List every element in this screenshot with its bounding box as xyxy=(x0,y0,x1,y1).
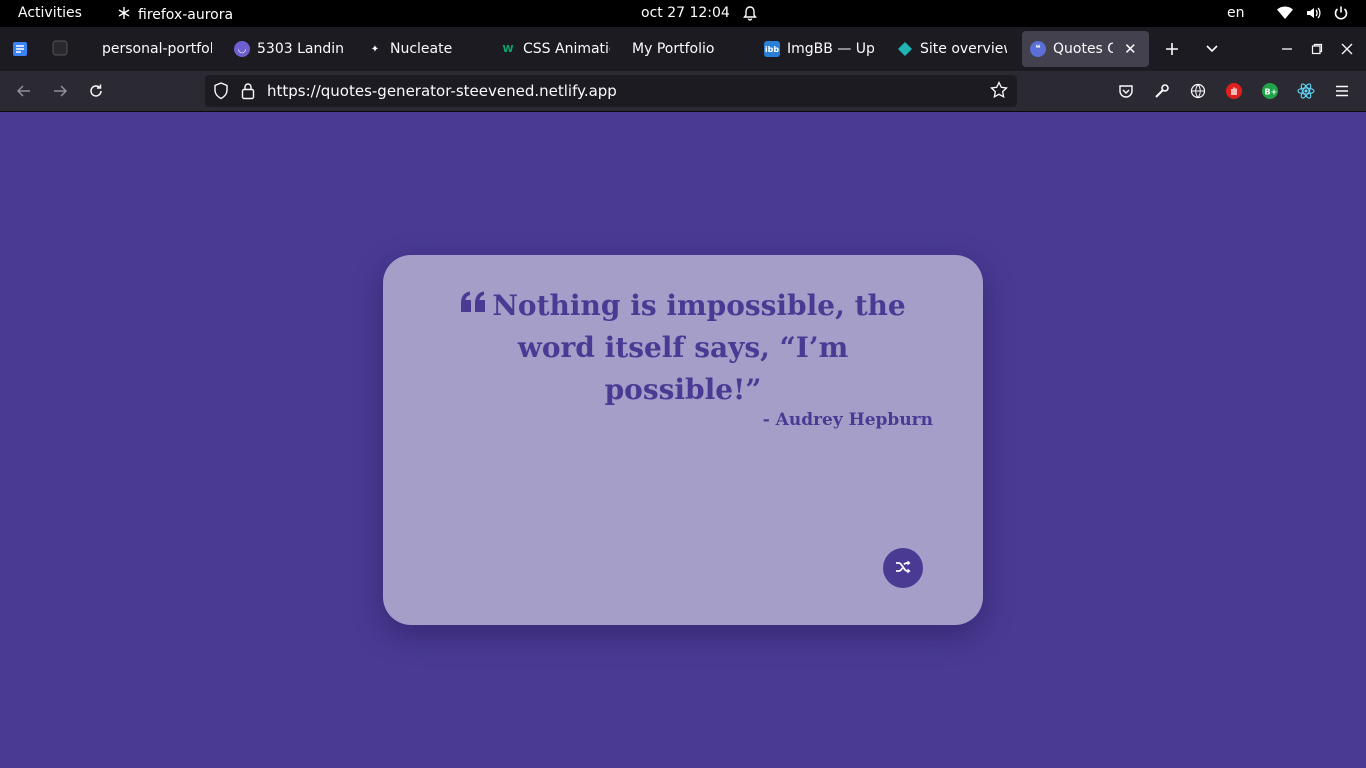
clock[interactable]: oct 27 12:04 xyxy=(641,5,730,21)
minimize-window-icon[interactable] xyxy=(1277,39,1297,59)
quote-icon: ❝ xyxy=(1030,41,1046,57)
nucleate-icon: ✦ xyxy=(370,43,380,55)
tab-label: CSS Animation xyxy=(523,41,610,57)
netlify-icon xyxy=(897,41,913,57)
address-bar[interactable]: https://quotes-generator-steevened.netli… xyxy=(205,75,1017,107)
volume-icon[interactable] xyxy=(1304,4,1322,22)
tab-quotes-generator[interactable]: ❝ Quotes Generator ✕ xyxy=(1022,31,1149,67)
tab-label: My Portfolio xyxy=(632,41,715,57)
app-name-label: firefox-aurora xyxy=(138,7,234,23)
power-icon[interactable] xyxy=(1332,4,1350,22)
tab-label: 5303 Landing xyxy=(257,41,344,57)
quote-block: Nothing is impossible, the word itself s… xyxy=(443,285,923,411)
tab-label: Nucleate xyxy=(390,41,453,57)
restore-window-icon[interactable] xyxy=(1307,39,1327,59)
firefox-view-icon[interactable] xyxy=(10,39,30,59)
reload-icon[interactable] xyxy=(86,81,106,101)
shuffle-icon xyxy=(895,559,911,578)
mask-icon: ◡ xyxy=(234,41,250,57)
back-icon[interactable] xyxy=(14,81,34,101)
react-devtools-icon[interactable] xyxy=(1296,81,1316,101)
system-tray[interactable] xyxy=(1276,4,1350,22)
tab-label: ImgBB — Upload xyxy=(787,41,874,57)
list-all-tabs-icon[interactable] xyxy=(1202,39,1222,59)
b-plus-extension-icon[interactable]: B+ xyxy=(1260,81,1280,101)
tracking-protection-shield-icon[interactable] xyxy=(213,82,229,104)
tab-site-overview[interactable]: Site overview xyxy=(889,31,1015,67)
navigation-toolbar: https://quotes-generator-steevened.netli… xyxy=(0,71,1366,112)
tab-strip: personal-portfolio ◡ 5303 Landing ✦ Nucl… xyxy=(0,27,1366,71)
tab-5303-landing[interactable]: ◡ 5303 Landing xyxy=(226,31,352,67)
tab-nucleate[interactable]: ✦ Nucleate xyxy=(359,31,485,67)
tab-my-portfolio[interactable]: My Portfolio xyxy=(624,31,750,67)
quote-left-icon xyxy=(460,283,486,325)
quote-author: - Audrey Hepburn xyxy=(762,410,933,430)
quote-text: Nothing is impossible, the word itself s… xyxy=(492,289,906,406)
tab-label: Site overview xyxy=(920,41,1007,57)
close-window-icon[interactable] xyxy=(1337,39,1357,59)
new-tab-icon[interactable] xyxy=(1162,39,1182,59)
forward-icon[interactable] xyxy=(50,81,70,101)
page-content: Nothing is impossible, the word itself s… xyxy=(0,112,1366,768)
lock-icon[interactable] xyxy=(241,82,255,104)
new-quote-shuffle-button[interactable] xyxy=(883,548,923,588)
quote-card: Nothing is impossible, the word itself s… xyxy=(383,255,983,625)
language-indicator[interactable]: en xyxy=(1227,5,1245,21)
ublock-hand-icon[interactable] xyxy=(1224,81,1244,101)
wrench-icon[interactable] xyxy=(1152,81,1172,101)
svg-text:B+: B+ xyxy=(1265,88,1278,97)
tab-label: Quotes Generator xyxy=(1053,41,1113,57)
w3-icon: W xyxy=(502,43,514,55)
bookmark-star-icon[interactable] xyxy=(990,80,1008,103)
tab-personal-portfolio[interactable]: personal-portfolio xyxy=(94,31,220,67)
pocket-icon[interactable] xyxy=(1116,81,1136,101)
imgbb-icon: ibb xyxy=(764,41,780,57)
url-text[interactable]: https://quotes-generator-steevened.netli… xyxy=(267,82,617,100)
tab-css-animation[interactable]: W CSS Animation xyxy=(492,31,618,67)
notification-bell-icon[interactable] xyxy=(742,5,758,25)
globe-icon[interactable] xyxy=(1188,81,1208,101)
tab-imgbb[interactable]: ibb ImgBB — Upload xyxy=(756,31,882,67)
wifi-icon[interactable] xyxy=(1276,4,1294,22)
firefox-app-icon xyxy=(116,5,132,25)
tab-overview-icon[interactable] xyxy=(52,40,68,60)
app-menu[interactable]: firefox-aurora xyxy=(116,5,233,25)
tab-label: personal-portfolio xyxy=(102,41,212,57)
activities-button[interactable]: Activities xyxy=(18,5,82,21)
close-tab-icon[interactable]: ✕ xyxy=(1124,40,1137,58)
hamburger-menu-icon[interactable] xyxy=(1332,81,1352,101)
system-top-bar: Activities firefox-aurora oct 27 12:04 e… xyxy=(0,0,1366,27)
